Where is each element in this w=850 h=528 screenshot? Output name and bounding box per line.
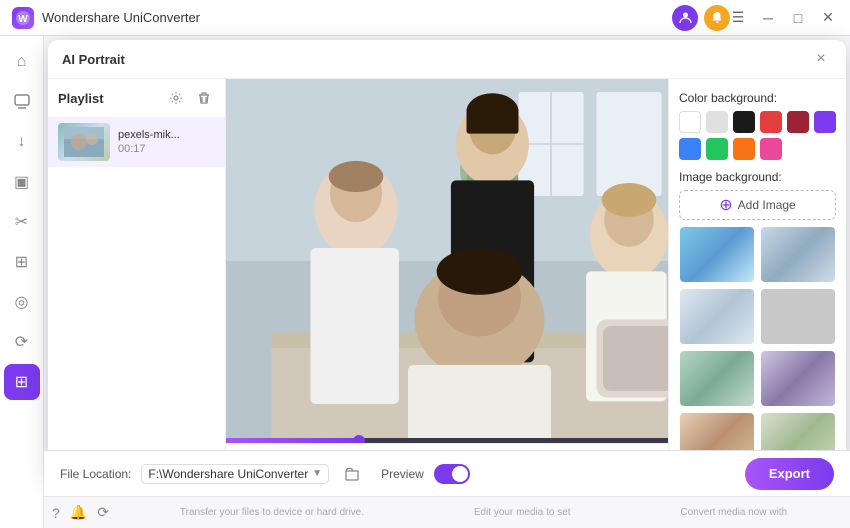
- modal-body: Playlist: [48, 79, 846, 481]
- color-grid: [679, 111, 836, 160]
- image-grid: [679, 226, 836, 469]
- bell-icon-btn[interactable]: 🔔: [70, 504, 87, 521]
- image-thumb-inner-5: [680, 351, 754, 406]
- titlebar-icon-group: [672, 0, 730, 35]
- playlist-actions: [165, 87, 215, 109]
- footer-hints: ? 🔔 ⟳ Transfer your files to device or h…: [44, 496, 850, 528]
- toggle-knob: [452, 466, 468, 482]
- user-icon-btn[interactable]: [672, 5, 698, 31]
- image-thumb-4[interactable]: [760, 288, 836, 345]
- color-swatch-purple[interactable]: [814, 111, 836, 133]
- hint-row: Transfer your files to device or hard dr…: [125, 507, 842, 518]
- playlist-thumbnail: [58, 123, 110, 161]
- image-bg-label: Image background:: [679, 170, 836, 184]
- image-thumb-5[interactable]: [679, 350, 755, 407]
- color-bg-section: Color background:: [679, 91, 836, 160]
- titlebar: W Wondershare UniConverter ☰ ─ □ ✕: [0, 0, 850, 36]
- image-thumb-1[interactable]: [679, 226, 755, 283]
- color-swatch-white[interactable]: [679, 111, 701, 133]
- hint-2: Edit your media to set: [474, 507, 571, 518]
- sidebar-item-screen[interactable]: ▣: [4, 164, 40, 200]
- color-bg-label: Color background:: [679, 91, 836, 105]
- add-image-btn[interactable]: ⊕ Add Image: [679, 190, 836, 220]
- add-image-label: Add Image: [738, 198, 796, 212]
- color-swatch-blue[interactable]: [679, 138, 701, 160]
- image-thumb-2[interactable]: [760, 226, 836, 283]
- playlist-item[interactable]: pexels-mik... 00:17: [48, 117, 225, 167]
- playlist-item-name: pexels-mik...: [118, 129, 215, 141]
- minimize-btn[interactable]: ─: [754, 4, 782, 32]
- image-bg-section: Image background: ⊕ Add Image: [679, 170, 836, 481]
- color-swatch-black[interactable]: [733, 111, 755, 133]
- app-title: Wondershare UniConverter: [42, 10, 200, 25]
- modal-close-btn[interactable]: ×: [810, 48, 832, 70]
- close-btn[interactable]: ✕: [814, 4, 842, 32]
- plus-icon: ⊕: [719, 195, 732, 215]
- playlist-header: Playlist: [48, 79, 225, 117]
- ai-portrait-modal: AI Portrait × Playlist: [48, 40, 846, 482]
- refresh-icon-btn[interactable]: ⟳: [97, 504, 109, 521]
- right-panel: Color background:: [668, 79, 846, 481]
- image-thumb-6[interactable]: [760, 350, 836, 407]
- sidebar-item-download[interactable]: ↓: [4, 124, 40, 160]
- sidebar-item-watermark[interactable]: ◎: [4, 284, 40, 320]
- color-swatch-orange[interactable]: [733, 138, 755, 160]
- playlist-item-duration: 00:17: [118, 143, 215, 155]
- video-container: [226, 79, 668, 443]
- help-icon-btn[interactable]: ?: [52, 505, 60, 521]
- sidebar: ⌂ ↓ ▣ ✂ ⊞ ◎ ⟳ ⊞: [0, 36, 44, 528]
- progress-fill: [226, 438, 359, 443]
- modal-header: AI Portrait ×: [48, 40, 846, 79]
- hint-1: Transfer your files to device or hard dr…: [180, 507, 364, 518]
- sidebar-item-cut[interactable]: ✂: [4, 204, 40, 240]
- sidebar-item-restore[interactable]: ⟳: [4, 324, 40, 360]
- content-area: AI Portrait × Playlist: [44, 36, 850, 528]
- color-swatch-pink[interactable]: [760, 138, 782, 160]
- image-thumb-inner-6: [761, 351, 835, 406]
- file-location-label: File Location:: [60, 467, 131, 481]
- video-scene: [226, 79, 668, 443]
- preview-toggle[interactable]: [434, 464, 470, 484]
- playlist-settings-btn[interactable]: [165, 87, 187, 109]
- preview-label: Preview: [381, 467, 424, 481]
- dropdown-arrow-icon: ▼: [312, 468, 322, 479]
- video-area: 1 item(s) ⏮ ⏸ ⏭ 00:00:03 / 00:00:17: [226, 79, 668, 481]
- playlist-thumb-image: [58, 123, 110, 161]
- bottom-bar: File Location: F:\Wondershare UniConvert…: [44, 450, 850, 496]
- playlist-info: pexels-mik... 00:17: [118, 129, 215, 155]
- playlist-panel: Playlist: [48, 79, 226, 481]
- folder-select[interactable]: F:\Wondershare UniConverter ▼: [141, 464, 329, 484]
- export-btn[interactable]: Export: [745, 458, 834, 490]
- image-thumb-inner-2: [761, 227, 835, 282]
- sidebar-item-more[interactable]: ⊞: [4, 364, 40, 400]
- color-swatch-dark-red[interactable]: [787, 111, 809, 133]
- image-thumb-inner-3: [680, 289, 754, 344]
- playlist-delete-btn[interactable]: [193, 87, 215, 109]
- color-swatch-light-gray[interactable]: [706, 111, 728, 133]
- image-thumb-inner-4: [761, 289, 835, 344]
- modal-title: AI Portrait: [62, 52, 125, 67]
- sidebar-item-home[interactable]: ⌂: [4, 44, 40, 80]
- main-layout: ⌂ ↓ ▣ ✂ ⊞ ◎ ⟳ ⊞ AI Portrait × Playlist: [0, 36, 850, 528]
- color-swatch-red[interactable]: [760, 111, 782, 133]
- color-swatch-green[interactable]: [706, 138, 728, 160]
- progress-thumb: [353, 435, 365, 444]
- svg-text:W: W: [18, 14, 28, 25]
- hint-3: Convert media now with: [680, 507, 787, 518]
- browse-folder-btn[interactable]: [339, 461, 365, 487]
- footer-icons: ? 🔔 ⟳: [52, 504, 109, 521]
- sidebar-item-merge[interactable]: ⊞: [4, 244, 40, 280]
- file-path: F:\Wondershare UniConverter: [148, 467, 308, 481]
- app-logo: W: [12, 7, 34, 29]
- image-thumb-3[interactable]: [679, 288, 755, 345]
- playlist-label: Playlist: [58, 91, 104, 106]
- maximize-btn[interactable]: □: [784, 4, 812, 32]
- progress-bar-bg: [226, 438, 668, 443]
- image-thumb-inner-1: [680, 227, 754, 282]
- menu-btn[interactable]: ☰: [724, 4, 752, 32]
- sidebar-item-convert[interactable]: [4, 84, 40, 120]
- window-controls: ☰ ─ □ ✕: [724, 0, 842, 35]
